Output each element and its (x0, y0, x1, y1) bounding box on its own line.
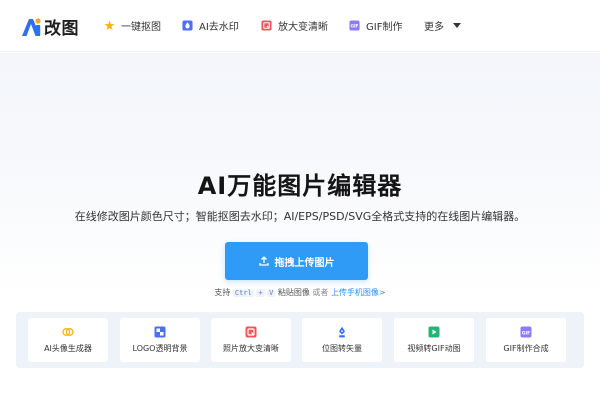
plus-sign: + (256, 289, 265, 297)
nav-item-watermark[interactable]: AI去水印 (182, 18, 239, 33)
feature-logo-transparent[interactable]: LOGO透明背景 (120, 318, 200, 362)
feature-gif-make[interactable]: GIF GIF制作合成 (486, 318, 566, 362)
feature-photo-enlarge[interactable]: 照片放大变清晰 (211, 318, 291, 362)
upload-mobile-link[interactable]: 上传手机图像> (331, 288, 386, 297)
svg-text:GIF: GIF (351, 24, 359, 29)
nav-item-enlarge[interactable]: 放大变清晰 (261, 18, 328, 33)
page-title: AI万能图片编辑器 (197, 172, 403, 200)
gif-icon: GIF (349, 20, 360, 31)
nav-more-dropdown[interactable]: 更多 (424, 18, 461, 33)
upload-icon (258, 256, 269, 266)
feature-label: LOGO透明背景 (132, 344, 188, 353)
hint-prefix: 支持 (214, 288, 231, 297)
chevron-down-icon (453, 23, 461, 28)
nav-item-label: GIF制作 (366, 22, 403, 33)
droplet-icon (182, 20, 193, 31)
main-nav: 一键抠图 AI去水印 放大变清晰 GIF GIF制作 更多 (0, 18, 600, 36)
nav-more-label: 更多 (424, 22, 444, 33)
nav-item-label: AI去水印 (199, 22, 239, 33)
nav-item-gif[interactable]: GIF GIF制作 (349, 18, 402, 33)
photo-enlarge-icon (245, 326, 257, 338)
hint-or: 或者 (312, 288, 329, 297)
upload-button-label: 拖拽上传图片 (274, 257, 335, 269)
feature-label: AI头像生成器 (44, 344, 92, 353)
hint-paste: 粘贴图像 (277, 288, 310, 297)
enlarge-image-icon (261, 20, 272, 31)
top-header: 改图 一键抠图 AI去水印 放大变清晰 GIF GIF制作 更多 (0, 0, 600, 52)
feature-ai-avatar[interactable]: AI头像生成器 (28, 318, 108, 362)
star-sparkle-icon (104, 20, 115, 31)
feature-label: 位图转矢量 (322, 344, 362, 353)
nav-item-label: 一键抠图 (121, 22, 161, 33)
svg-text:GIF: GIF (522, 330, 531, 336)
avatar-generator-icon (62, 328, 74, 336)
v-key: V (267, 289, 276, 297)
ctrl-key: Ctrl (232, 289, 254, 297)
nav-item-label: 放大变清晰 (278, 22, 328, 33)
transparent-grid-icon (154, 326, 166, 338)
vector-pen-icon (339, 326, 345, 338)
feature-video-gif[interactable]: 视频转GIF动图 (394, 318, 474, 362)
video-gif-icon (428, 326, 440, 338)
nav-item-cutout[interactable]: 一键抠图 (104, 18, 161, 33)
feature-label: 视频转GIF动图 (407, 344, 461, 353)
upload-image-button[interactable]: 拖拽上传图片 (225, 242, 368, 280)
page-subtitle: 在线修改图片颜色尺寸；智能抠图去水印；AI/EPS/PSD/SVG全格式支持的在… (74, 210, 526, 223)
gif-icon: GIF (520, 326, 532, 338)
feature-bitmap-vector[interactable]: 位图转矢量 (302, 318, 382, 362)
feature-label: 照片放大变清晰 (223, 344, 279, 353)
feature-label: GIF制作合成 (503, 344, 549, 353)
paste-hint: 支持 Ctrl + V 粘贴图像 或者 上传手机图像> (0, 287, 600, 298)
